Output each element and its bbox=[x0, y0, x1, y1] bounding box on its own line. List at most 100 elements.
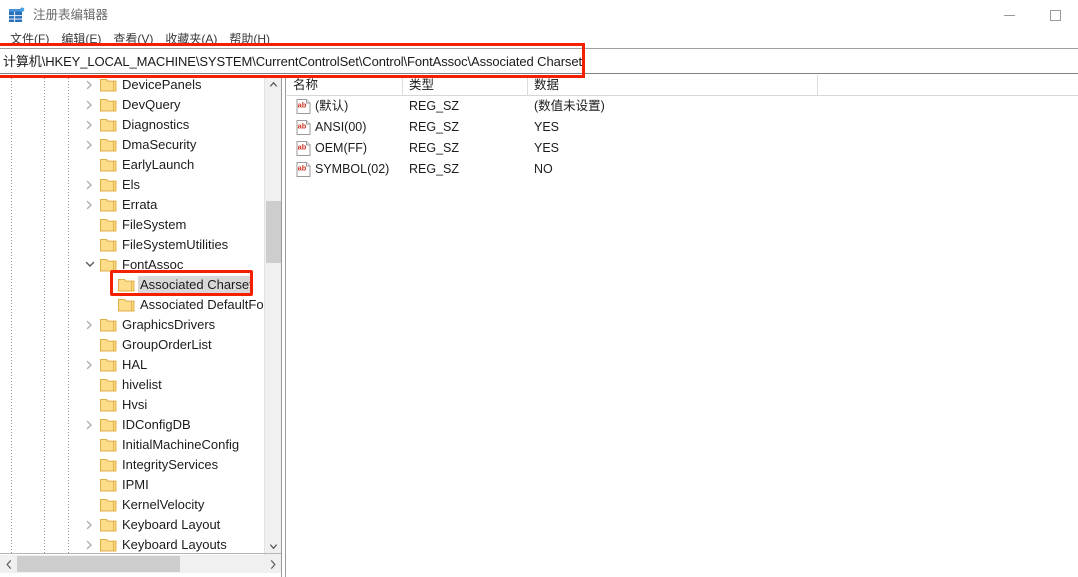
folder-icon bbox=[118, 278, 135, 292]
registry-editor-icon bbox=[8, 7, 25, 24]
tree-item-label: IPMI bbox=[122, 477, 149, 492]
tree-item-graphicsdrivers[interactable]: GraphicsDrivers bbox=[0, 315, 281, 335]
minimize-icon bbox=[1003, 15, 1015, 16]
chevron-right-icon[interactable] bbox=[84, 175, 96, 195]
tree-item-label: hivelist bbox=[122, 377, 162, 392]
column-header-data[interactable]: 数据 bbox=[528, 75, 818, 96]
tree-item-errata[interactable]: Errata bbox=[0, 195, 281, 215]
chevron-right-icon[interactable] bbox=[84, 315, 96, 335]
value-data: YES bbox=[534, 120, 560, 134]
chevron-right-icon[interactable] bbox=[84, 355, 96, 375]
tree-item-hivelist[interactable]: hivelist bbox=[0, 375, 281, 395]
address-path-text: 计算机\HKEY_LOCAL_MACHINE\SYSTEM\CurrentCon… bbox=[3, 54, 582, 69]
scroll-left-arrow-icon[interactable] bbox=[0, 555, 17, 573]
value-row[interactable]: ab (默认) REG_SZ (数值未设置) bbox=[287, 96, 1078, 117]
maximize-button[interactable] bbox=[1032, 0, 1078, 30]
tree-item-els[interactable]: Els bbox=[0, 175, 281, 195]
tree-item-label: EarlyLaunch bbox=[122, 157, 195, 172]
value-name: (默认) bbox=[315, 99, 349, 113]
tree-item-filesystemutilities[interactable]: FileSystemUtilities bbox=[0, 235, 281, 255]
tree-item-grouporderlist[interactable]: GroupOrderList bbox=[0, 335, 281, 355]
tree-item-hvsi[interactable]: Hvsi bbox=[0, 395, 281, 415]
tree-item-keyboard-layout[interactable]: Keyboard Layout bbox=[0, 515, 281, 535]
menu-item-file[interactable]: 文件(F) bbox=[4, 30, 55, 48]
scroll-right-arrow-icon[interactable] bbox=[264, 555, 281, 573]
tree-item-label: Keyboard Layout bbox=[122, 517, 221, 532]
folder-icon bbox=[100, 518, 117, 532]
column-header-type[interactable]: 类型 bbox=[403, 75, 528, 96]
chevron-right-icon[interactable] bbox=[84, 415, 96, 435]
svg-text:ab: ab bbox=[298, 122, 307, 131]
horizontal-scrollbar-thumb[interactable] bbox=[17, 556, 180, 572]
svg-text:ab: ab bbox=[298, 101, 307, 110]
chevron-right-icon[interactable] bbox=[84, 115, 96, 135]
tree-item-fontassoc[interactable]: FontAssoc bbox=[0, 255, 281, 275]
chevron-down-icon[interactable] bbox=[84, 255, 96, 275]
chevron-right-icon[interactable] bbox=[84, 535, 96, 555]
tree-item-hal[interactable]: HAL bbox=[0, 355, 281, 375]
tree-horizontal-scrollbar[interactable] bbox=[0, 555, 281, 573]
column-header-name[interactable]: 名称 bbox=[287, 75, 403, 96]
registry-values-list[interactable]: 名称 类型 数据 ab (默认) REG_SZ (数值未设置) ab ANSI(00) RE… bbox=[287, 75, 1078, 577]
tree-item-associated-defaultfon[interactable]: Associated DefaultFon bbox=[0, 295, 281, 315]
tree-item-initialmachineconfig[interactable]: InitialMachineConfig bbox=[0, 435, 281, 455]
folder-icon bbox=[100, 258, 117, 272]
tree-item-keyboard-layouts[interactable]: Keyboard Layouts bbox=[0, 535, 281, 555]
pane-splitter[interactable] bbox=[281, 75, 286, 577]
main-split-area: DevicePanels DevQuery Diagnostics DmaSecuri… bbox=[0, 75, 1078, 577]
tree-item-label: Diagnostics bbox=[122, 117, 190, 132]
menu-item-view[interactable]: 查看(V) bbox=[107, 30, 159, 48]
svg-text:ab: ab bbox=[298, 164, 307, 173]
minimize-button[interactable] bbox=[986, 0, 1032, 30]
menu-item-help[interactable]: 帮助(H) bbox=[223, 30, 276, 48]
tree-item-ipmi[interactable]: IPMI bbox=[0, 475, 281, 495]
chevron-right-icon[interactable] bbox=[84, 195, 96, 215]
tree-item-idconfigdb[interactable]: IDConfigDB bbox=[0, 415, 281, 435]
value-row[interactable]: ab ANSI(00) REG_SZ YES bbox=[287, 117, 1078, 138]
registry-key-tree[interactable]: DevicePanels DevQuery Diagnostics DmaSecuri… bbox=[0, 75, 281, 555]
chevron-right-icon[interactable] bbox=[84, 95, 96, 115]
tree-item-label: DevicePanels bbox=[122, 77, 202, 92]
value-name: SYMBOL(02) bbox=[315, 162, 390, 176]
tree-item-devicepanels[interactable]: DevicePanels bbox=[0, 75, 281, 95]
menu-item-favorites[interactable]: 收藏夹(A) bbox=[159, 30, 223, 48]
chevron-right-icon[interactable] bbox=[84, 515, 96, 535]
window-controls bbox=[986, 0, 1078, 30]
tree-item-associated-charset[interactable]: Associated Charset bbox=[0, 275, 281, 295]
tree-item-label: GraphicsDrivers bbox=[122, 317, 216, 332]
tree-item-label: FileSystem bbox=[122, 217, 187, 232]
tree-item-label: DevQuery bbox=[122, 97, 181, 112]
value-data: (数值未设置) bbox=[534, 99, 605, 113]
folder-icon bbox=[100, 458, 117, 472]
tree-item-filesystem[interactable]: FileSystem bbox=[0, 215, 281, 235]
tree-item-label: Keyboard Layouts bbox=[122, 537, 227, 552]
folder-icon bbox=[100, 138, 117, 152]
string-value-icon: ab bbox=[296, 99, 311, 114]
value-type: REG_SZ bbox=[409, 99, 460, 113]
chevron-right-icon[interactable] bbox=[84, 75, 96, 95]
tree-vertical-scrollbar[interactable] bbox=[264, 75, 281, 555]
tree-item-earlylaunch[interactable]: EarlyLaunch bbox=[0, 155, 281, 175]
title-bar: 注册表编辑器 bbox=[0, 0, 1078, 30]
value-type: REG_SZ bbox=[409, 162, 460, 176]
tree-item-label: DmaSecurity bbox=[122, 137, 197, 152]
tree-item-diagnostics[interactable]: Diagnostics bbox=[0, 115, 281, 135]
folder-icon bbox=[100, 438, 117, 452]
address-bar[interactable]: 计算机\HKEY_LOCAL_MACHINE\SYSTEM\CurrentCon… bbox=[0, 48, 1078, 74]
value-row[interactable]: ab OEM(FF) REG_SZ YES bbox=[287, 138, 1078, 159]
chevron-right-icon[interactable] bbox=[84, 135, 96, 155]
folder-icon bbox=[100, 338, 117, 352]
folder-icon bbox=[100, 538, 117, 552]
tree-item-kernelvelocity[interactable]: KernelVelocity bbox=[0, 495, 281, 515]
tree-item-integrityservices[interactable]: IntegrityServices bbox=[0, 455, 281, 475]
menu-item-edit[interactable]: 编辑(E) bbox=[55, 30, 107, 48]
tree-item-devquery[interactable]: DevQuery bbox=[0, 95, 281, 115]
tree-scrollbar-thumb[interactable] bbox=[266, 201, 281, 263]
value-row[interactable]: ab SYMBOL(02) REG_SZ NO bbox=[287, 159, 1078, 180]
value-type: REG_SZ bbox=[409, 141, 460, 155]
string-value-icon: ab bbox=[296, 141, 311, 156]
folder-icon bbox=[100, 398, 117, 412]
tree-item-dmasecurity[interactable]: DmaSecurity bbox=[0, 135, 281, 155]
scroll-up-arrow-icon[interactable] bbox=[265, 75, 281, 92]
menu-bar: 文件(F) 编辑(E) 查看(V) 收藏夹(A) 帮助(H) bbox=[0, 30, 1078, 48]
